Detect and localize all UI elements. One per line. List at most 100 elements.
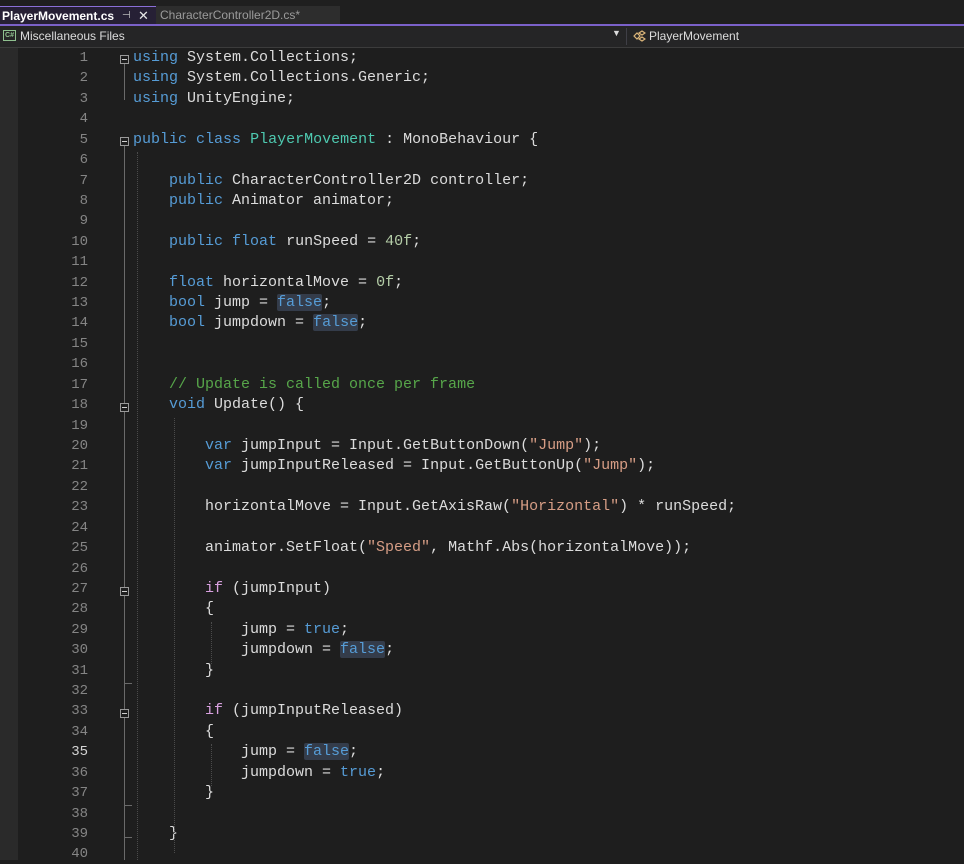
code-text[interactable]: jump = false; — [133, 743, 358, 761]
csharp-project-icon: C# — [3, 30, 16, 41]
code-text[interactable]: jumpdown = true; — [133, 764, 385, 782]
code-token: ; — [340, 620, 350, 638]
code-text[interactable]: using System.Collections; — [133, 49, 358, 67]
code-line[interactable]: 27 if (jumpInput) — [0, 579, 964, 599]
line-number: 24 — [71, 519, 88, 536]
project-dropdown[interactable]: C# Miscellaneous Files ▼ — [0, 26, 626, 47]
indent-guide — [137, 152, 138, 860]
code-token: bool — [169, 294, 206, 312]
code-text[interactable]: horizontalMove = Input.GetAxisRaw("Horiz… — [133, 498, 736, 516]
code-line[interactable]: 25 animator.SetFloat("Speed", Mathf.Abs(… — [0, 538, 964, 558]
code-text[interactable]: public class PlayerMovement : MonoBehavi… — [133, 131, 538, 149]
collapse-icon[interactable] — [120, 403, 129, 412]
code-line[interactable]: 15 — [0, 334, 964, 354]
code-line[interactable]: 1 using System.Collections; — [0, 48, 964, 68]
code-token: true — [304, 620, 341, 638]
code-line[interactable]: 5 public class PlayerMovement : MonoBehav… — [0, 130, 964, 150]
code-line[interactable]: 9 — [0, 211, 964, 231]
code-line[interactable]: 19 — [0, 416, 964, 436]
code-line[interactable]: 36 jumpdown = true; — [0, 763, 964, 783]
code-line[interactable]: 3 using UnityEngine; — [0, 89, 964, 109]
code-line[interactable]: 38 — [0, 804, 964, 824]
code-text[interactable]: public CharacterController2D controller; — [133, 172, 529, 190]
code-token: class — [196, 130, 242, 148]
code-text[interactable]: public float runSpeed = 40f; — [133, 233, 421, 251]
member-dropdown[interactable]: PlayerMovement — [630, 26, 964, 47]
line-number: 12 — [71, 274, 88, 291]
code-line[interactable]: 26 — [0, 559, 964, 579]
tab-player-movement[interactable]: PlayerMovement.cs ⊣ ✕ — [0, 6, 156, 24]
code-line[interactable]: 18 void Update() { — [0, 395, 964, 415]
code-token: "Horizontal" — [511, 498, 620, 516]
code-text[interactable]: jump = true; — [133, 621, 349, 639]
tab-character-controller[interactable]: CharacterController2D.cs* — [156, 6, 340, 24]
code-line[interactable]: 24 — [0, 518, 964, 538]
collapse-icon[interactable] — [120, 709, 129, 718]
code-line[interactable]: 30 jumpdown = false; — [0, 640, 964, 660]
code-text[interactable]: if (jumpInput) — [133, 580, 331, 598]
code-text[interactable]: bool jumpdown = false; — [133, 314, 367, 332]
indent-guide — [211, 744, 212, 786]
nav-divider — [626, 28, 627, 45]
code-line[interactable]: 17 // Update is called once per frame — [0, 375, 964, 395]
code-token: ; — [349, 743, 359, 761]
collapse-icon[interactable] — [120, 137, 129, 146]
code-line[interactable]: 34 { — [0, 722, 964, 742]
code-line[interactable]: 7 public CharacterController2D controlle… — [0, 171, 964, 191]
line-number: 6 — [79, 152, 88, 169]
code-text[interactable]: using System.Collections.Generic; — [133, 69, 430, 87]
line-number: 5 — [79, 131, 88, 148]
code-line[interactable]: 37 } — [0, 783, 964, 803]
code-line[interactable]: 10 public float runSpeed = 40f; — [0, 232, 964, 252]
code-line[interactable]: 32 — [0, 681, 964, 701]
code-line[interactable]: 40 — [0, 844, 964, 864]
code-text[interactable]: using UnityEngine; — [133, 90, 295, 108]
code-line[interactable]: 33 if (jumpInputReleased) — [0, 701, 964, 721]
tab-label: CharacterController2D.cs* — [160, 8, 301, 22]
code-editor[interactable]: 1 using System.Collections; 2 using System.… — [0, 48, 964, 862]
code-line[interactable]: 22 — [0, 477, 964, 497]
code-line[interactable]: 16 — [0, 354, 964, 374]
code-token: using — [133, 69, 179, 87]
code-text[interactable]: animator.SetFloat("Speed", Mathf.Abs(hor… — [133, 539, 691, 557]
code-line[interactable]: 13 bool jump = false; — [0, 293, 964, 313]
code-text[interactable]: var jumpInputReleased = Input.GetButtonU… — [133, 457, 655, 475]
code-token: ; — [385, 641, 395, 659]
code-line[interactable]: 4 — [0, 109, 964, 129]
code-line[interactable]: 11 — [0, 252, 964, 272]
code-line[interactable]: 12 float horizontalMove = 0f; — [0, 273, 964, 293]
code-line[interactable]: 31 } — [0, 661, 964, 681]
code-line[interactable]: 23 horizontalMove = Input.GetAxisRaw("Ho… — [0, 497, 964, 517]
code-line[interactable]: 29 jump = true; — [0, 620, 964, 640]
code-line[interactable]: 6 — [0, 150, 964, 170]
collapse-icon[interactable] — [120, 55, 129, 64]
code-line[interactable]: 8 public Animator animator; — [0, 191, 964, 211]
line-number: 18 — [71, 397, 88, 414]
collapse-icon[interactable] — [120, 587, 129, 596]
code-text[interactable]: // Update is called once per frame — [133, 376, 475, 394]
code-text[interactable]: bool jump = false; — [133, 294, 331, 312]
code-text[interactable]: public Animator animator; — [133, 192, 394, 210]
code-token: jump = — [133, 620, 305, 638]
code-text[interactable]: void Update() { — [133, 396, 304, 414]
code-token: CharacterController2D controller; — [223, 171, 530, 189]
code-token: if — [205, 579, 224, 597]
dropdown-arrow-icon[interactable]: ▼ — [612, 28, 621, 38]
pin-icon[interactable]: ⊣ — [122, 7, 131, 25]
code-text[interactable]: float horizontalMove = 0f; — [133, 274, 403, 292]
code-line[interactable]: 35 jump = false; — [0, 742, 964, 762]
code-line[interactable]: 20 var jumpInput = Input.GetButtonDown("… — [0, 436, 964, 456]
code-line[interactable]: 2 using System.Collections.Generic; — [0, 68, 964, 88]
close-icon[interactable]: ✕ — [138, 7, 149, 25]
code-text[interactable]: } — [133, 825, 178, 843]
code-token: // Update is called once per frame — [169, 375, 476, 393]
code-text[interactable]: jumpdown = false; — [133, 641, 394, 659]
project-label: Miscellaneous Files — [20, 29, 125, 43]
code-line[interactable]: 39 } — [0, 824, 964, 844]
code-line[interactable]: 28 { — [0, 599, 964, 619]
code-line[interactable]: 21 var jumpInputReleased = Input.GetButt… — [0, 456, 964, 476]
code-text[interactable]: var jumpInput = Input.GetButtonDown("Jum… — [133, 437, 601, 455]
code-line[interactable]: 14 bool jumpdown = false; — [0, 313, 964, 333]
